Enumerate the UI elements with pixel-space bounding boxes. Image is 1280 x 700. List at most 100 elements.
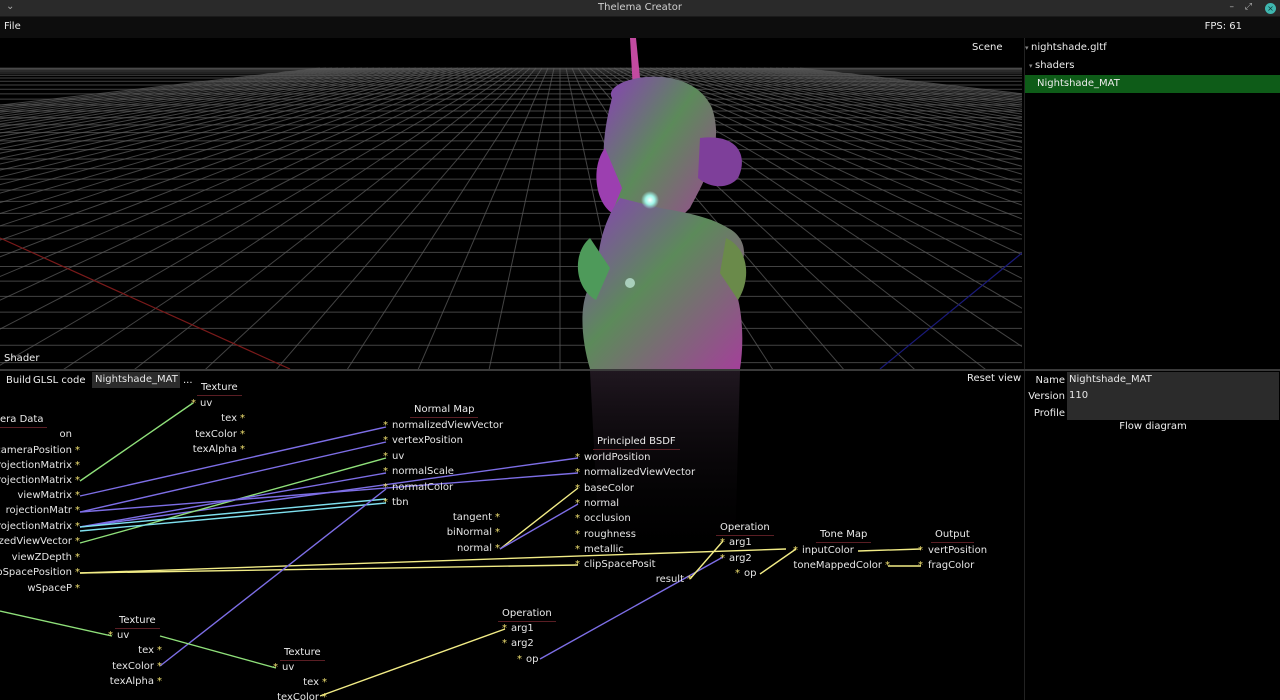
pin-camera-output[interactable]: ProjectionMatrix xyxy=(0,460,72,471)
pin-socket-icon[interactable]: * xyxy=(575,498,580,509)
version-field[interactable]: 110 xyxy=(1067,388,1279,404)
profile-field[interactable] xyxy=(1067,404,1279,420)
pin-socket-icon[interactable]: * xyxy=(383,497,388,508)
pin-socket-icon[interactable]: * xyxy=(517,654,522,665)
expand-icon[interactable]: ▾ xyxy=(1029,57,1033,75)
shader-tab[interactable]: Shader xyxy=(4,353,39,364)
pin-socket-icon[interactable]: * xyxy=(918,560,923,571)
shader-node-editor[interactable]: Build GLSL code Nightshade_MAT ... Reset… xyxy=(0,371,1022,700)
pin-bsdf-result[interactable]: result xyxy=(484,574,684,585)
pin-socket-icon[interactable]: * xyxy=(383,435,388,446)
pin-socket-icon[interactable]: * xyxy=(793,545,798,556)
pin-normal-map-input[interactable]: uv xyxy=(392,451,404,462)
tree-item-shaders[interactable]: ▾ shaders xyxy=(1025,57,1280,75)
flow-diagram-button[interactable]: Flow diagram xyxy=(1025,421,1280,432)
pin-texture-output[interactable]: tex xyxy=(119,677,319,688)
pin-texture-output[interactable]: texAlpha xyxy=(37,444,237,455)
pin-normal-map-input[interactable]: normalizedViewVector xyxy=(392,420,503,431)
pin-socket-icon[interactable]: * xyxy=(157,645,162,656)
tree-item-material[interactable]: Nightshade_MAT xyxy=(1025,75,1280,93)
pin-socket-icon[interactable]: * xyxy=(75,536,80,547)
pin-camera-output[interactable]: ProjectionMatrix xyxy=(0,521,72,532)
pin-operation-input[interactable]: arg1 xyxy=(729,537,752,548)
pin-socket-icon[interactable]: * xyxy=(240,444,245,455)
close-icon[interactable]: × xyxy=(1265,3,1276,14)
pin-socket-icon[interactable]: * xyxy=(918,545,923,556)
pin-socket-icon[interactable]: * xyxy=(75,460,80,471)
pin-normal-map-input[interactable]: tbn xyxy=(392,497,409,508)
pin-camera-output[interactable]: wSpaceP xyxy=(0,583,72,594)
pin-bsdf-input[interactable]: normal xyxy=(584,498,619,509)
pin-socket-icon[interactable]: * xyxy=(191,398,196,409)
pin-output-input[interactable]: fragColor xyxy=(928,560,974,571)
pin-camera-output[interactable]: lizedViewVector xyxy=(0,536,72,547)
pin-camera-output[interactable]: viewZDepth xyxy=(0,552,72,563)
pin-socket-icon[interactable]: * xyxy=(75,552,80,563)
pin-operation-input[interactable]: arg2 xyxy=(511,638,534,649)
pin-socket-icon[interactable]: * xyxy=(687,574,692,585)
pin-socket-icon[interactable]: * xyxy=(575,529,580,540)
pin-bsdf-input[interactable]: occlusion xyxy=(584,513,631,524)
pin-socket-icon[interactable]: * xyxy=(240,429,245,440)
pin-tone-map-output[interactable]: toneMappedColor xyxy=(682,560,882,571)
reset-view-button[interactable]: Reset view xyxy=(967,373,1021,384)
pin-normal-map-input[interactable]: normalColor xyxy=(392,482,453,493)
pin-operation-input[interactable]: arg1 xyxy=(511,623,534,634)
pin-socket-icon[interactable]: * xyxy=(383,420,388,431)
pin-bsdf-input[interactable]: metallic xyxy=(584,544,624,555)
pin-socket-icon[interactable]: * xyxy=(322,677,327,688)
expand-icon[interactable]: ▾ xyxy=(1025,39,1029,57)
pin-texture-input[interactable]: uv xyxy=(117,630,129,641)
pin-normal-map-input[interactable]: normalScale xyxy=(392,466,454,477)
pin-texture-output[interactable]: texColor xyxy=(119,692,319,700)
pin-socket-icon[interactable]: * xyxy=(502,638,507,649)
pin-socket-icon[interactable]: * xyxy=(157,661,162,672)
pin-texture-output[interactable]: tex xyxy=(0,645,154,656)
pin-socket-icon[interactable]: * xyxy=(575,559,580,570)
pin-texture-input[interactable]: uv xyxy=(200,398,212,409)
pin-socket-icon[interactable]: * xyxy=(575,513,580,524)
pin-socket-icon[interactable]: * xyxy=(273,662,278,673)
pin-socket-icon[interactable]: * xyxy=(495,527,500,538)
pin-texture-output[interactable]: texColor xyxy=(37,429,237,440)
pin-camera-output[interactable]: lipSpacePosition xyxy=(0,567,72,578)
pin-socket-icon[interactable]: * xyxy=(885,560,890,571)
pin-socket-icon[interactable]: * xyxy=(720,537,725,548)
build-button[interactable]: Build xyxy=(6,373,31,389)
pin-socket-icon[interactable]: * xyxy=(240,413,245,424)
pin-socket-icon[interactable]: * xyxy=(322,692,327,700)
pin-socket-icon[interactable]: * xyxy=(502,623,507,634)
pin-vertex-attribute[interactable]: biNormal xyxy=(292,527,492,538)
pin-camera-output[interactable]: viewMatrix xyxy=(0,490,72,501)
pin-socket-icon[interactable]: * xyxy=(75,475,80,486)
pin-tone-map-input[interactable]: inputColor xyxy=(802,545,854,556)
pin-socket-icon[interactable]: * xyxy=(75,521,80,532)
pin-socket-icon[interactable]: * xyxy=(383,466,388,477)
pin-bsdf-input[interactable]: roughness xyxy=(584,529,636,540)
pin-vertex-attribute[interactable]: tangent xyxy=(292,512,492,523)
name-field[interactable]: Nightshade_MAT xyxy=(1067,372,1279,388)
glsl-code-button[interactable]: GLSL code xyxy=(33,373,86,389)
pin-bsdf-input[interactable]: baseColor xyxy=(584,483,634,494)
scene-viewport[interactable]: Scene Shader xyxy=(0,38,1022,369)
pin-socket-icon[interactable]: * xyxy=(108,630,113,641)
pin-socket-icon[interactable]: * xyxy=(495,512,500,523)
pin-texture-input[interactable]: uv xyxy=(282,662,294,673)
pin-socket-icon[interactable]: * xyxy=(575,483,580,494)
pin-bsdf-input[interactable]: clipSpacePosit xyxy=(584,559,656,570)
pin-camera-output[interactable]: rojectionMatr xyxy=(0,505,72,516)
pin-socket-icon[interactable]: * xyxy=(75,583,80,594)
pin-socket-icon[interactable]: * xyxy=(575,544,580,555)
pin-normal-map-input[interactable]: vertexPosition xyxy=(392,435,463,446)
pin-socket-icon[interactable]: * xyxy=(75,505,80,516)
pin-socket-icon[interactable]: * xyxy=(383,451,388,462)
pin-output-input[interactable]: vertPosition xyxy=(928,545,987,556)
tree-item-gltf[interactable]: ▾ nightshade.gltf xyxy=(1025,39,1280,57)
material-name-field[interactable]: Nightshade_MAT xyxy=(92,372,180,388)
pin-socket-icon[interactable]: * xyxy=(383,482,388,493)
minimize-icon[interactable]: – xyxy=(1230,2,1235,12)
maximize-icon[interactable]: ⤢ xyxy=(1245,2,1252,12)
pin-camera-output[interactable]: ProjectionMatrix xyxy=(0,475,72,486)
pin-socket-icon[interactable]: * xyxy=(575,452,580,463)
file-menu[interactable]: File xyxy=(4,21,21,32)
